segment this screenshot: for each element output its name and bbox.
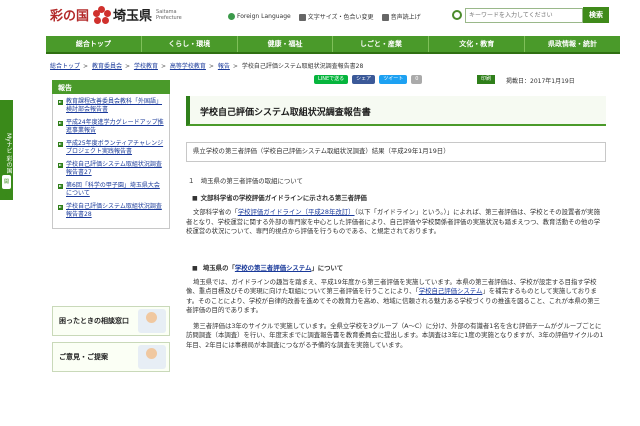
- paragraph-cycle: 第三者評価は3年のサイクルで実施しています。全県立学校を3グループ（A～C）に分…: [186, 321, 604, 349]
- subheading-guideline: 文部科学省の学校評価ガイドラインに示される第三者評価: [186, 193, 606, 202]
- breadcrumb-separator: >: [208, 63, 214, 70]
- sidebar-item-label[interactable]: 学校自己評価システム取組状況調査報告書28: [66, 203, 162, 218]
- site-logo[interactable]: 彩の国 埼玉県 Saitama Prefecture: [50, 5, 182, 24]
- search-button[interactable]: 検索: [583, 7, 609, 23]
- sidebar-item-label[interactable]: 平成24年度進学力グレードアップ推進事業報告: [66, 119, 164, 134]
- sidebar-item-label[interactable]: 平成25年度ボランティアチャレンジプロジェクト実践報告書: [66, 140, 163, 155]
- consultation-banner-title: 困ったときの相談窓口: [59, 316, 129, 325]
- sidebar-list: 教育課程改善委員会教科「外国語」検討部会報告書 平成24年度進学力グレードアップ…: [52, 94, 170, 229]
- breadcrumb-separator: >: [160, 63, 166, 70]
- site-header: 彩の国 埼玉県 Saitama Prefecture Foreign Langu…: [0, 0, 640, 34]
- display-settings-label: 文字サイズ・色合い変更: [307, 14, 374, 21]
- logo-prefecture-name: 埼玉県: [113, 9, 153, 24]
- sidebar-item-label[interactable]: 学校自己評価システム取組状況調査報告書27: [66, 161, 162, 176]
- subheading-text: 」について: [311, 263, 344, 272]
- nav-item-government[interactable]: 県政情報・統計: [525, 36, 620, 52]
- my-navi-open-button[interactable]: 開く: [2, 175, 11, 199]
- paragraph-saitama: 埼玉県では、ガイドラインの趣旨を踏まえ、平成19年度から第三者評価を実施していま…: [186, 278, 606, 316]
- print-button[interactable]: 印刷: [477, 75, 496, 84]
- share-count-badge: 0: [411, 75, 423, 84]
- voice-reader-link[interactable]: 音声読上げ: [381, 12, 421, 21]
- logo-english: Saitama Prefecture: [156, 9, 182, 21]
- main-content: 学校自己評価システム取組状況調査報告書 県立学校の第三者評価（学校自己評価システ…: [186, 96, 606, 350]
- feedback-person-icon: [138, 345, 166, 369]
- page-title: 学校自己評価システム取組状況調査報告書: [186, 96, 606, 126]
- sidebar-item-report28[interactable]: 学校自己評価システム取組状況調査報告書28: [57, 203, 165, 219]
- sidebar: 報告 教育課程改善委員会教科「外国語」検討部会報告書 平成24年度進学力グレード…: [52, 80, 170, 229]
- nav-item-living[interactable]: くらし・環境: [142, 36, 238, 52]
- utility-links: Foreign Language 文字サイズ・色合い変更 音声読上げ: [228, 12, 421, 21]
- nav-item-culture[interactable]: 文化・教育: [429, 36, 526, 52]
- my-navi-label: Myナビ 彩の国: [5, 132, 12, 174]
- sidebar-item-label[interactable]: 第6回「科学の甲子園」埼玉県大会について: [66, 182, 160, 197]
- foreign-language-label: Foreign Language: [237, 13, 291, 20]
- voice-reader-label: 音声読上げ: [390, 14, 421, 21]
- logo-hiko-text: 彩の国: [50, 9, 90, 24]
- search-icon: [452, 10, 462, 20]
- sidebar-item-report27[interactable]: 学校自己評価システム取組状況調査報告書27: [57, 161, 165, 177]
- facebook-share-button[interactable]: シェア: [352, 75, 376, 84]
- self-evaluation-system-link[interactable]: 学校自己評価システム: [419, 287, 483, 295]
- prefecture-emblem-icon: [93, 5, 112, 24]
- global-nav: 総合トップ くらし・環境 健康・福祉 しごと・産業 文化・教育 県政情報・統計: [46, 36, 620, 54]
- guideline-link[interactable]: 学校評価ガイドライン〔平成28年改訂〕: [238, 208, 355, 216]
- breadcrumb-separator: >: [83, 63, 89, 70]
- breadcrumb-link-report[interactable]: 報告: [218, 63, 230, 70]
- subheading-text: 埼玉県の「: [202, 263, 235, 272]
- subheading-saitama-system: 埼玉県の「学校の第三者評価システム」について: [186, 263, 606, 272]
- breadcrumb-separator: >: [124, 63, 131, 70]
- paragraph-guideline: 文部科学省の「学校評価ガイドライン〔平成28年改訂〕（以下「ガイドライン」という…: [186, 208, 606, 237]
- sidebar-item-foreign-language[interactable]: 教育課程改善委員会教科「外国語」検討部会報告書: [57, 98, 165, 114]
- text-size-icon: [298, 14, 306, 21]
- line-share-button[interactable]: LINEで送る: [314, 75, 349, 84]
- section-heading-1: １ 埼玉県の第三者評価の取組について: [188, 177, 303, 185]
- consultation-banner[interactable]: 困ったときの相談窓口: [52, 306, 170, 336]
- third-party-system-link[interactable]: 学校の第三者評価システム: [235, 264, 312, 272]
- twitter-share-button[interactable]: ツイート: [379, 75, 408, 84]
- consultation-person-icon: [138, 309, 166, 333]
- breadcrumb: 総合トップ > 教育委員会 > 学校教育 > 高等学校教育 > 報告 > 学校自己評価シス…: [50, 61, 363, 70]
- paragraph-text: 文部科学省の「: [193, 208, 238, 216]
- breadcrumb-separator: >: [232, 63, 238, 70]
- globe-icon: [228, 13, 235, 20]
- nav-item-top[interactable]: 総合トップ: [46, 36, 142, 52]
- nav-item-health[interactable]: 健康・福祉: [238, 36, 334, 52]
- sidebar-item-label[interactable]: 教育課程改善委員会教科「外国語」検討部会報告書: [66, 98, 162, 113]
- speaker-icon: [381, 14, 389, 21]
- my-navi-tab[interactable]: Myナビ 彩の国 開く: [0, 100, 13, 200]
- feedback-banner[interactable]: ご意見・ご提案: [52, 342, 170, 372]
- share-buttons: LINEで送る シェア ツイート 0: [314, 75, 423, 84]
- foreign-language-link[interactable]: Foreign Language: [228, 13, 291, 20]
- sidebar-item-h25-volunteer[interactable]: 平成25年度ボランティアチャレンジプロジェクト実践報告書: [57, 140, 165, 156]
- published-date: 掲載日：2017年1月19日: [506, 78, 575, 85]
- site-search: 検索: [452, 7, 609, 23]
- breadcrumb-link-top[interactable]: 総合トップ: [50, 63, 80, 70]
- sidebar-item-h24-gradeup[interactable]: 平成24年度進学力グレードアップ推進事業報告: [57, 119, 165, 135]
- breadcrumb-link-highschool[interactable]: 高等学校教育: [170, 63, 206, 70]
- display-settings-link[interactable]: 文字サイズ・色合い変更: [298, 12, 374, 21]
- breadcrumb-link-school[interactable]: 学校教育: [134, 63, 158, 70]
- feedback-banner-title: ご意見・ご提案: [59, 352, 108, 361]
- search-input[interactable]: [465, 7, 583, 23]
- summary-box: 県立学校の第三者評価（学校自己評価システム取組状況調査）結果（平成29年1月19…: [186, 142, 606, 162]
- breadcrumb-current: 学校自己評価システム取組状況調査報告書28: [241, 63, 364, 70]
- sidebar-item-science-koshien[interactable]: 第6回「科学の甲子園」埼玉県大会について: [57, 182, 165, 198]
- logo-en-line2: Prefecture: [156, 14, 182, 21]
- breadcrumb-link-board[interactable]: 教育委員会: [92, 63, 122, 70]
- sidebar-title: 報告: [52, 80, 170, 94]
- nav-item-work[interactable]: しごと・産業: [333, 36, 430, 52]
